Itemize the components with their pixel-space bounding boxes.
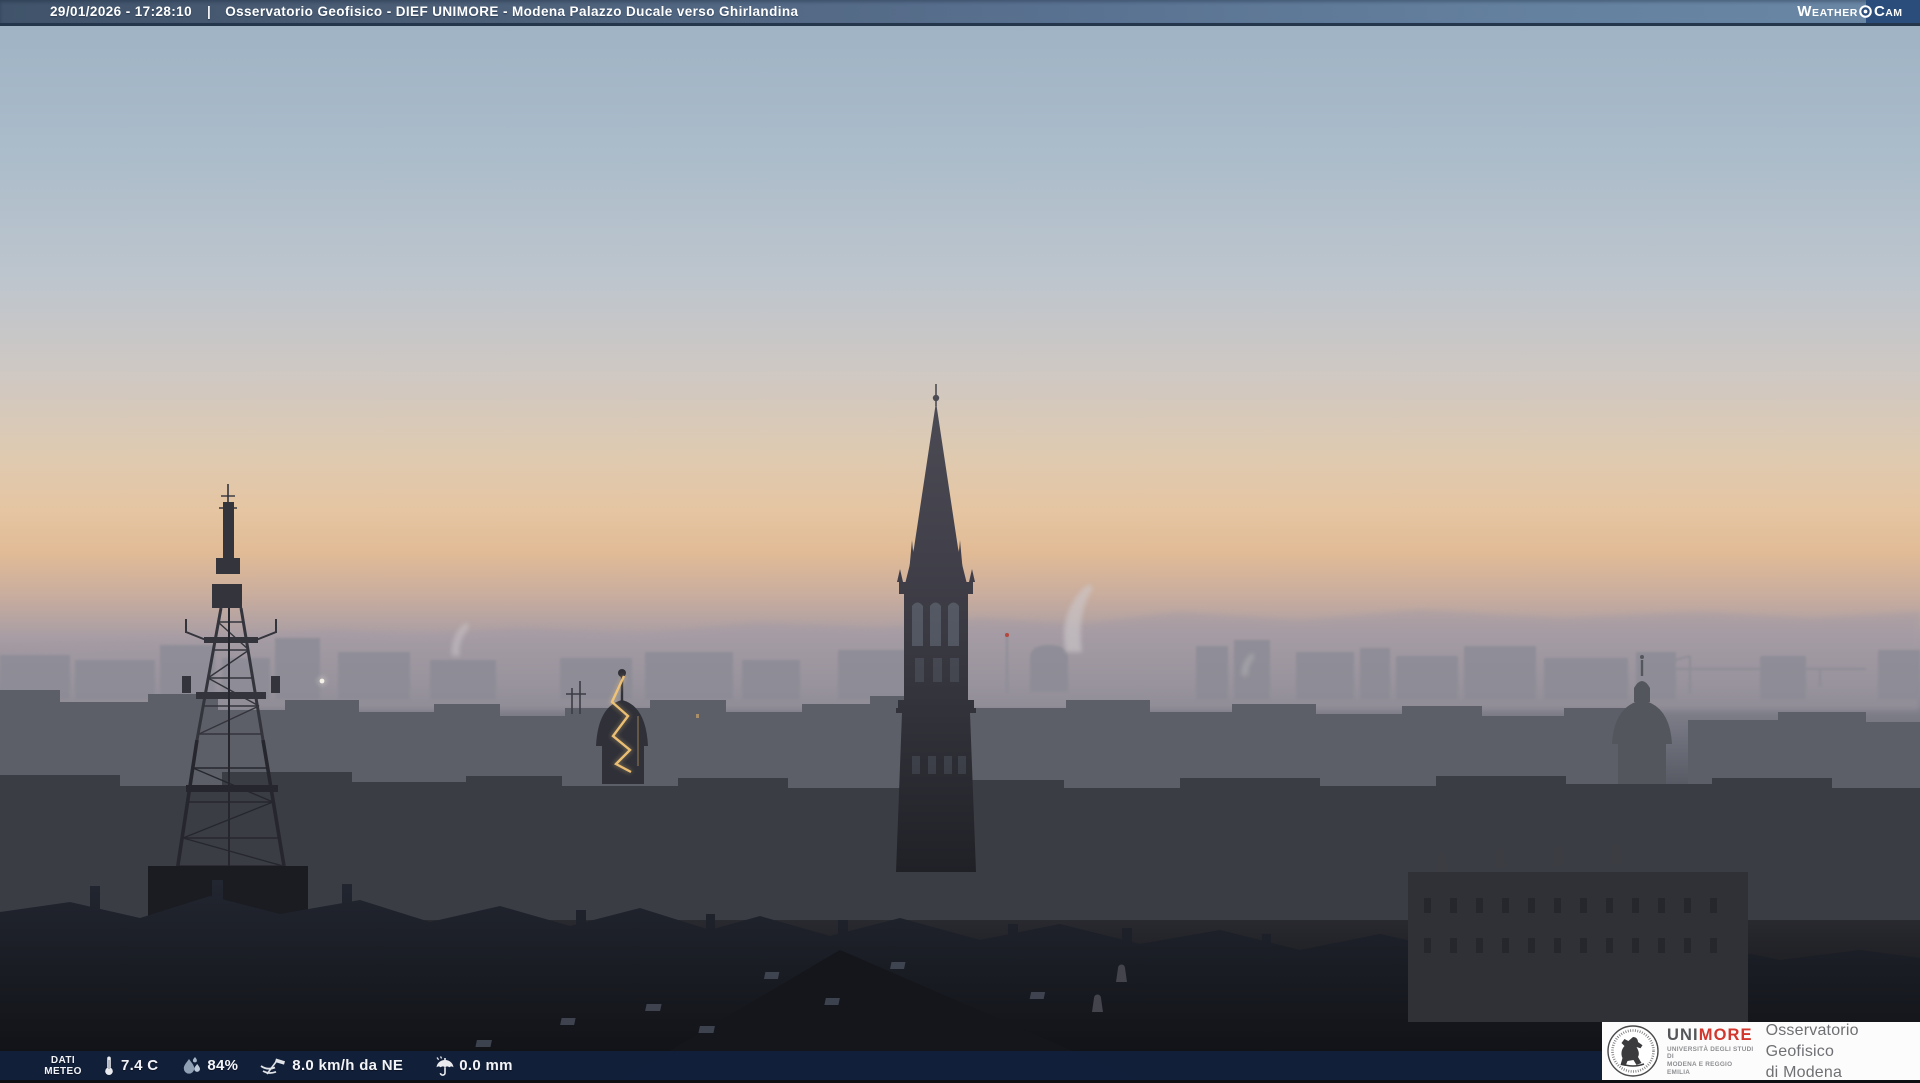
- gasometer: [1030, 645, 1068, 692]
- unimore-seal: [1607, 1025, 1659, 1077]
- webcam-photo: [0, 26, 1920, 1080]
- observatory-name-line2: di Modena: [1765, 1063, 1843, 1081]
- humidity-value: 84%: [207, 1057, 239, 1074]
- observatory-name: Osservatorio Geofisico di Modena: [1766, 1020, 1920, 1083]
- cam-initial: C: [1874, 3, 1886, 20]
- weather-initial: W: [1797, 3, 1812, 20]
- unimore-subtitle: UNIVERSITÀ DEGLI STUDI DI MODENA E REGGI…: [1667, 1046, 1756, 1076]
- separator: |: [207, 4, 212, 19]
- unimore-more: MORE: [1698, 1025, 1753, 1044]
- unimore-wordmark: UNIMORE UNIVERSITÀ DEGLI STUDI DI MODENA…: [1667, 1026, 1756, 1076]
- observatory-name-line1: Osservatorio Geofisico: [1765, 1021, 1859, 1060]
- windsock-icon: [260, 1058, 286, 1074]
- wind-value: 8.0 km/h da NE: [292, 1057, 404, 1074]
- weathercam-logo-weather: W EATHER: [1797, 3, 1858, 20]
- umbrella-icon: [436, 1055, 454, 1076]
- humidity-reading: 84%: [180, 1056, 238, 1076]
- unimore-subtitle-line1: UNIVERSITÀ DEGLI STUDI DI: [1667, 1045, 1754, 1061]
- weather-bar-label: DATI METEO: [36, 1055, 90, 1077]
- webcam-page: { "header": { "timestamp": "29/01/2026 -…: [0, 0, 1920, 1083]
- weathercam-logo-cam: C AM: [1874, 3, 1902, 20]
- cam-rest: AM: [1885, 7, 1903, 19]
- cityscape-illustration: [0, 384, 1920, 1080]
- rain-value: 0.0 mm: [459, 1057, 513, 1074]
- unimore-uni: UNI: [1667, 1025, 1699, 1044]
- temperature-reading: 7.4 C: [102, 1055, 158, 1076]
- unimore-logo-box: UNIMORE UNIVERSITÀ DEGLI STUDI DI MODENA…: [1602, 1020, 1920, 1083]
- thermometer-icon: [105, 1056, 113, 1075]
- weather-bar-label-line1: DATI: [50, 1054, 76, 1066]
- weather-rest: EATHER: [1812, 7, 1858, 19]
- top-info-bar: 29/01/2026 - 17:28:10 | Osservatorio Geo…: [0, 0, 1920, 26]
- webcam-lens-icon: [1859, 5, 1872, 18]
- rain-reading: 0.0 mm: [433, 1055, 513, 1076]
- wind-reading: 8.0 km/h da NE: [260, 1056, 403, 1076]
- unimore-subtitle-line2: MODENA E REGGIO EMILIA: [1667, 1061, 1733, 1076]
- weather-bar-label-line2: METEO: [44, 1065, 82, 1077]
- ghirlandina-tower: [896, 384, 976, 872]
- temperature-value: 7.4 C: [121, 1057, 159, 1074]
- unimore-name: UNIMORE: [1667, 1026, 1756, 1044]
- timestamp: 29/01/2026 - 17:28:10: [50, 4, 193, 19]
- mast-warning-light: [1005, 633, 1009, 637]
- page-title: Osservatorio Geofisico - DIEF UNIMORE - …: [225, 4, 799, 19]
- palazzo-facade: [1408, 872, 1748, 1022]
- weathercam-cam-box: C AM: [1859, 0, 1920, 23]
- weathercam-logo: W EATHER C AM: [1797, 0, 1920, 23]
- water-drops-icon: [184, 1056, 201, 1074]
